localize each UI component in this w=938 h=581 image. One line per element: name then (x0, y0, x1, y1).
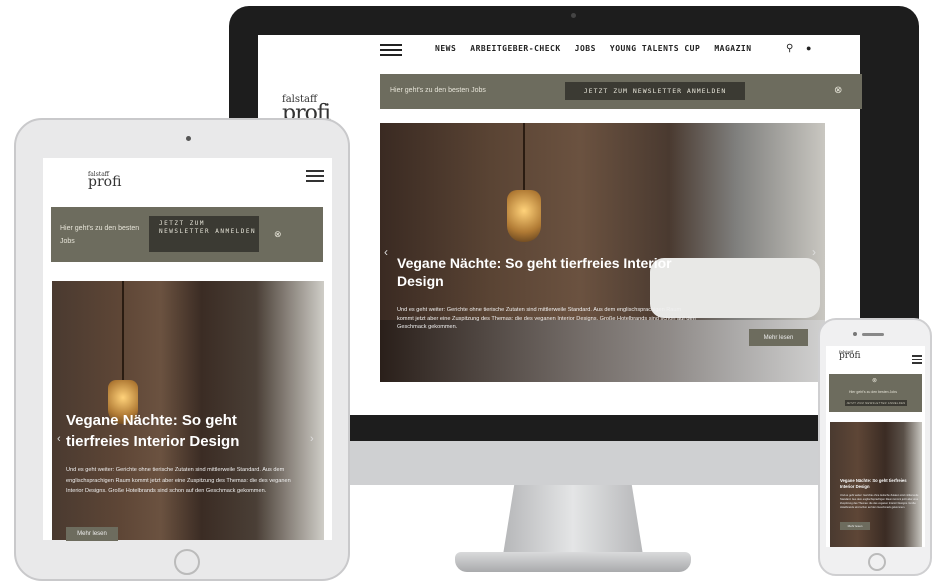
phone-hamburger-menu-icon[interactable] (912, 355, 922, 366)
desktop-jobs-link[interactable]: Hier geht's zu den besten Jobs (390, 87, 486, 94)
desktop-hamburger-menu-icon[interactable] (380, 44, 402, 56)
monitor-stand-base (455, 552, 691, 572)
phone-band-close-icon[interactable]: ⊗ (872, 377, 877, 384)
tablet-slider-next-icon[interactable]: › (310, 433, 314, 445)
monitor-stand-neck (503, 485, 643, 555)
tablet-home-button (174, 549, 200, 575)
phone-jobs-link[interactable]: Hier geht's zu den besten Jobs (849, 390, 897, 394)
desktop-read-more-button[interactable]: Mehr lesen (749, 329, 808, 346)
phone-newsletter-button[interactable]: JETZT ZUM NEWSLETTER ANMELDEN (845, 400, 907, 406)
pendant-lamp (507, 190, 541, 242)
lamp-cord (523, 123, 525, 190)
phone-hero-body: Und es geht weiter: Gerichte ohne tieris… (840, 494, 919, 510)
phone-hero-title[interactable]: Vegane Nächte: So geht tierfreies Interi… (840, 478, 915, 490)
nav-item-jobs[interactable]: JOBS (575, 44, 596, 53)
phone-read-more-button[interactable]: Mehr lesen (840, 522, 870, 530)
logo-profi: profi (88, 174, 122, 191)
tablet-logo[interactable]: falstaff profi (88, 171, 122, 191)
desktop-newsletter-button[interactable]: JETZT ZUM NEWSLETTER ANMELDEN (565, 82, 745, 100)
desktop-slider-next-icon[interactable]: › (812, 245, 816, 259)
tablet-camera (186, 136, 191, 141)
phone-logo[interactable]: falstaff profi (839, 349, 861, 362)
tablet-jobs-link[interactable]: Hier geht's zu den besten Jobs (60, 222, 150, 249)
phone-home-button (868, 553, 886, 571)
tablet-read-more-button[interactable]: Mehr lesen (66, 527, 118, 541)
tablet-slider-prev-icon[interactable]: ‹ (57, 433, 61, 445)
desktop-band-close-icon[interactable]: ⊗ (834, 85, 842, 96)
desktop-hero-body: Und es geht weiter: Gerichte ohne tieris… (397, 307, 696, 331)
desktop-search-icon[interactable]: ⚲ (786, 43, 793, 54)
desktop-user-icon[interactable]: ● (806, 43, 811, 53)
phone-speaker (862, 333, 884, 336)
tablet-newsletter-button[interactable]: JETZT ZUM NEWSLETTER ANMELDEN (149, 216, 259, 252)
phone-camera (853, 332, 857, 336)
logo-profi: profi (839, 351, 861, 362)
nav-item-magazin[interactable]: MAGAZIN (714, 44, 751, 53)
tablet-band-close-icon[interactable]: ⊗ (274, 229, 282, 240)
monitor-camera (571, 13, 576, 18)
nav-item-news[interactable]: NEWS (435, 44, 456, 53)
nav-item-arbeitgeber-check[interactable]: ARBEITGEBER-CHECK (470, 44, 560, 53)
desktop-main-nav: NEWS ARBEITGEBER-CHECK JOBS YOUNG TALENT… (435, 44, 752, 53)
lamp-cord (122, 281, 124, 380)
tablet-hero-body: Und es geht weiter: Gerichte ohne tieris… (66, 467, 291, 495)
tablet-hamburger-menu-icon[interactable] (306, 170, 324, 185)
tablet-hero-title[interactable]: Vegane Nächte: So geht tierfreies Interi… (66, 410, 286, 452)
desktop-slider-prev-icon[interactable]: ‹ (384, 245, 388, 259)
nav-item-young-talents-cup[interactable]: YOUNG TALENTS CUP (610, 44, 700, 53)
desktop-hero-title[interactable]: Vegane Nächte: So geht tierfreies Interi… (397, 255, 687, 290)
